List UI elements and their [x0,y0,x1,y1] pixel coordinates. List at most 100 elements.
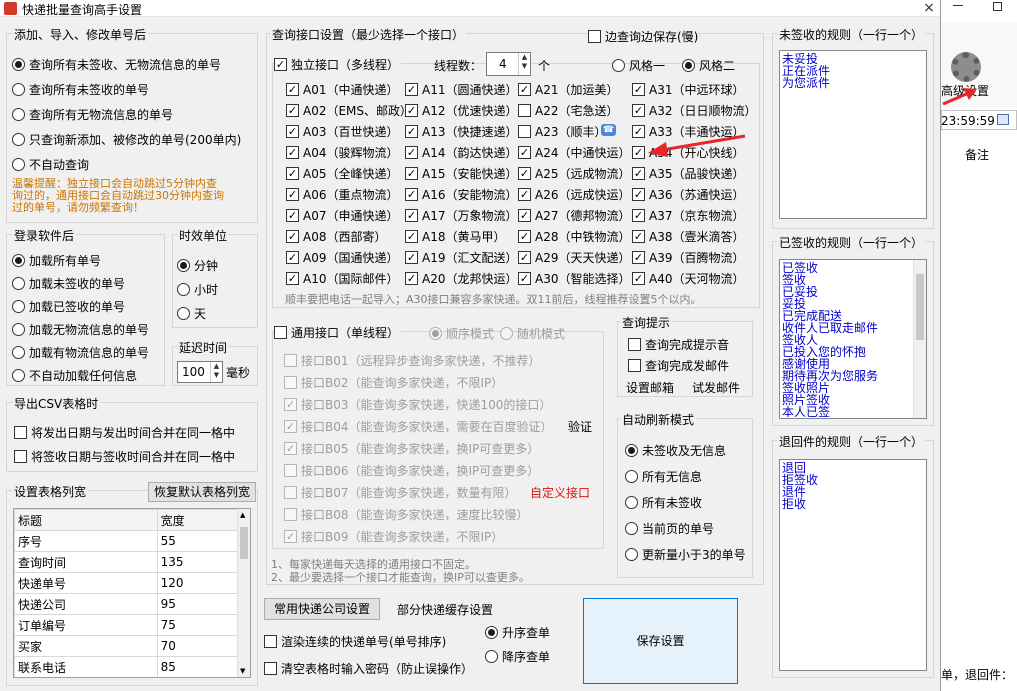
generic-item-4[interactable]: ✓ 接口B05（能查询多家快递，换IP可查更多） [284,440,539,457]
radio[interactable] [485,626,498,639]
api-col4-8[interactable]: ✓ A39（百腾物流） [632,249,744,266]
checkbox[interactable] [518,104,531,117]
api-col3-6[interactable]: ✓ A27（德邦物流） [518,207,630,224]
radio[interactable] [625,548,638,561]
checkbox[interactable]: ✓ [274,58,287,71]
save-settings-button[interactable]: 保存设置 [583,598,738,684]
checkbox[interactable]: ✓ [286,146,299,159]
checkbox[interactable] [628,338,641,351]
checkbox[interactable] [284,376,297,389]
mail-checkbox[interactable]: 查询完成发邮件 [628,357,729,374]
api-col1-5[interactable]: ✓ A06（重点物流） [286,186,398,203]
checkbox[interactable]: ✓ [286,167,299,180]
api-col4-7[interactable]: ✓ A38（壹米滴答） [632,228,744,245]
checkbox[interactable]: ✓ [632,230,645,243]
checkbox[interactable]: ✓ [405,83,418,96]
generic-item-8[interactable]: ✓ 接口B09（能查询多家快递，不限IP） [284,528,503,545]
delay-spinner[interactable]: 100 ▲ ▼ [177,361,223,383]
api-col1-2[interactable]: ✓ A03（百世快递） [286,123,398,140]
api-col1-9[interactable]: ✓ A10（国际邮件） [286,270,398,287]
login-option-4[interactable]: 加载有物流信息的单号 [12,344,149,361]
api-col1-6[interactable]: ✓ A07（申通快递） [286,207,398,224]
api-col3-9[interactable]: ✓ A30（智能选择） [518,270,630,287]
checkbox[interactable]: ✓ [405,188,418,201]
api-col2-9[interactable]: ✓ A20（龙邦快运） [405,270,517,287]
api-col2-0[interactable]: ✓ A11（圆通快递） [405,81,517,98]
grid-scrollbar[interactable]: ▲ ▼ [237,509,250,677]
api-col3-1[interactable]: A22（宅急送） [518,102,618,119]
checkbox[interactable]: ✓ [518,146,531,159]
checkbox[interactable]: ✓ [405,209,418,222]
api-col3-3[interactable]: ✓ A24（中通快运） [518,144,630,161]
checkbox[interactable] [284,486,297,499]
radio[interactable] [12,133,25,146]
maximize-icon[interactable] [993,2,1002,11]
generic-item-2[interactable]: ✓ 接口B03（能查询多家快递，快递100的接口） [284,396,551,413]
common-companies-button[interactable]: 常用快递公司设置 [264,598,380,620]
radio[interactable] [682,59,695,72]
api-col2-7[interactable]: ✓ A18（黄马甲） [405,228,505,245]
api-col4-9[interactable]: ✓ A40（天河物流） [632,270,744,287]
radio[interactable] [12,254,25,267]
render-checkbox[interactable]: 渲染连续的快递单号(单号排序) [264,633,446,650]
checkbox[interactable]: ✓ [632,167,645,180]
phone-icon[interactable]: ☎ [601,124,616,136]
table-row[interactable]: 查询时间 135 [14,551,239,573]
api-col1-1[interactable]: ✓ A02（EMS、邮政） [286,102,412,119]
radio[interactable] [12,300,25,313]
radio[interactable] [12,158,25,171]
checkbox[interactable] [264,662,277,675]
checkbox[interactable]: ✓ [405,251,418,264]
checkbox[interactable] [274,326,287,339]
checkbox[interactable]: ✓ [405,272,418,285]
minimize-icon[interactable] [953,5,963,6]
signed-rules-textbox[interactable]: 已签收 签收 已妥投 妥投 已完成配送 收件人已取走邮件 签收人 已投入您的怀抱 感谢使用 期待再… [779,259,927,419]
api-col4-6[interactable]: ✓ A37（京东物流） [632,207,744,224]
checkbox[interactable]: ✓ [518,167,531,180]
checkbox[interactable]: ✓ [518,188,531,201]
radio[interactable] [625,470,638,483]
checkbox[interactable]: ✓ [284,420,297,433]
api-col4-5[interactable]: ✓ A36（苏通快运） [632,186,744,203]
save-while-query[interactable]: 边查询边保存(慢) [588,28,699,45]
api-col4-1[interactable]: ✓ A32（日日顺物流） [632,102,756,119]
checkbox[interactable] [284,354,297,367]
login-option-1[interactable]: 加载未签收的单号 [12,275,125,292]
table-row[interactable]: 买家 70 [14,635,239,657]
login-option-0[interactable]: 加载所有单号 [12,252,101,269]
radio[interactable] [12,369,25,382]
time-unit-option-0[interactable]: 分钟 [177,257,218,274]
api-col2-2[interactable]: ✓ A13（快捷速递） [405,123,517,140]
table-row[interactable]: 快递单号 120 [14,572,239,594]
refresh-option-0[interactable]: 未签收及无信息 [625,442,726,459]
table-row[interactable]: 订单编号 75 [14,614,239,636]
checkbox[interactable]: ✓ [286,188,299,201]
radio[interactable] [625,522,638,535]
login-option-2[interactable]: 加载已签收的单号 [12,298,125,315]
checkbox[interactable]: ✓ [405,104,418,117]
refresh-option-2[interactable]: 所有未签收 [625,494,702,511]
close-button[interactable]: × [917,0,940,17]
checkbox[interactable]: ✓ [632,188,645,201]
column-width-grid[interactable]: 标题 宽度 序号 55 查询时间 135 快递单号 120 快递公司 95 订单编号 75 买家 70 联系… [13,508,251,678]
refresh-option-3[interactable]: 当前页的单号 [625,520,714,537]
table-row[interactable]: 联系电话 85 [14,656,239,677]
checkbox[interactable]: ✓ [518,251,531,264]
checkbox[interactable]: ✓ [286,272,299,285]
ascending-radio[interactable]: 升序查单 [485,624,550,641]
radio[interactable] [612,59,625,72]
generic-item-0[interactable]: 接口B01（远程异步查询多家快递，不推荐） [284,352,541,369]
checkbox[interactable]: ✓ [286,125,299,138]
checkbox[interactable]: ✓ [632,83,645,96]
api-col3-7[interactable]: ✓ A28（中铁物流） [518,228,630,245]
return-rules-textbox[interactable]: 退回 拒签收 退件 拒收 [779,459,927,671]
checkbox[interactable] [628,359,641,372]
checkbox[interactable] [518,125,531,138]
generic-item-1[interactable]: 接口B02（能查询多家快递，不限IP） [284,374,503,391]
spin-arrows-icon[interactable]: ▲ ▼ [518,53,530,75]
unsigned-rules-textbox[interactable]: 未妥投 正在派件 为您派件 [779,50,927,219]
spin-arrows-icon[interactable]: ▲ ▼ [210,362,222,382]
generic-item-5[interactable]: 接口B06（能查询多家快递，换IP可查更多） [284,462,539,479]
csv-option-0[interactable]: 将发出日期与发出时间合并在同一格中 [14,424,235,441]
scroll-thumb[interactable] [916,274,924,340]
